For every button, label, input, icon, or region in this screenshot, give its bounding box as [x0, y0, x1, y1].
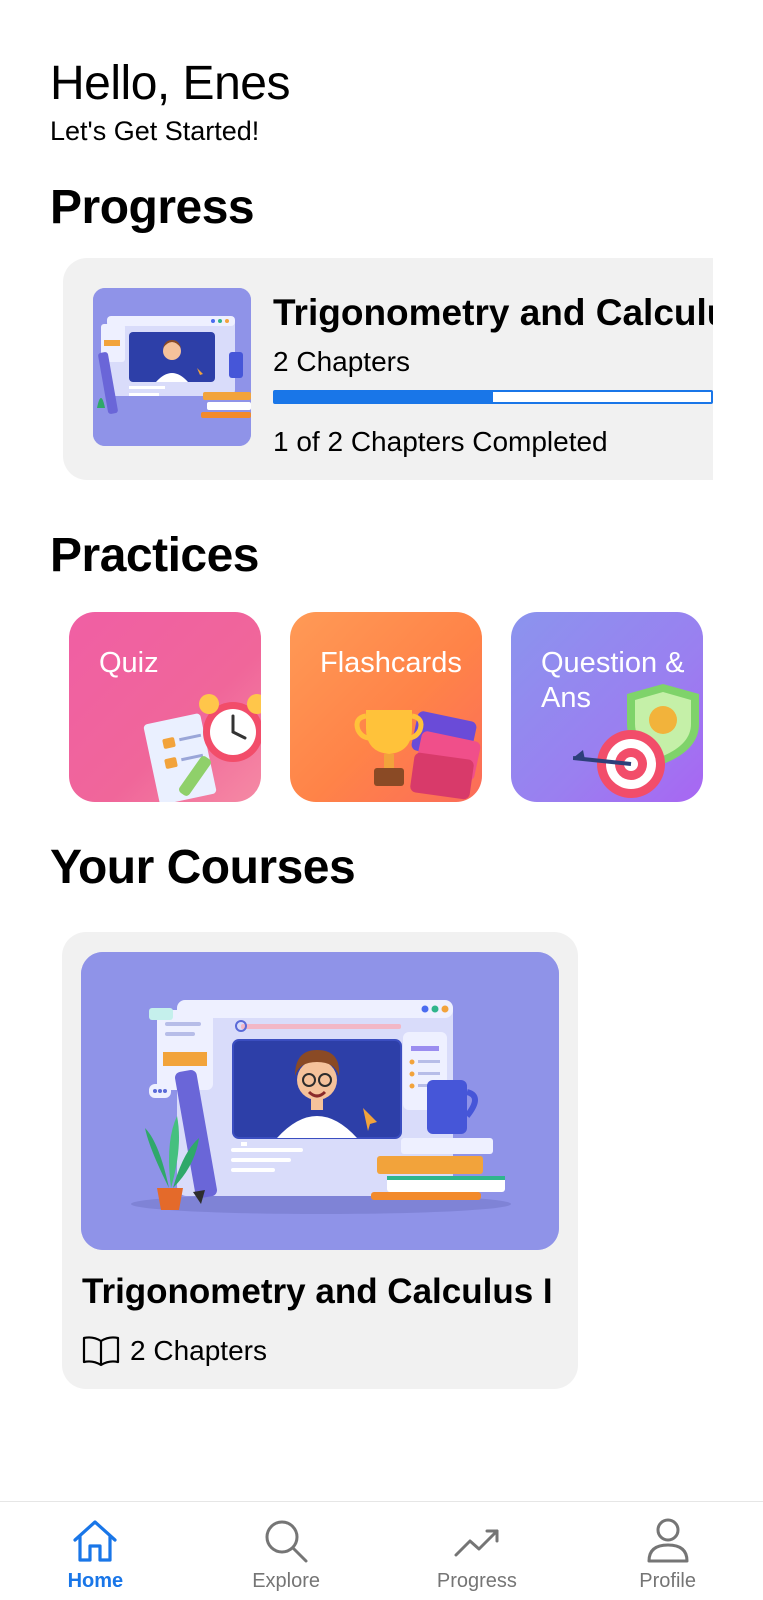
trending-up-icon — [453, 1516, 501, 1566]
course-title: Trigonometry and Calculus I — [82, 1272, 553, 1311]
nav-progress[interactable]: Progress — [382, 1502, 573, 1600]
practices-section-title: Practices — [50, 529, 260, 582]
search-icon — [263, 1516, 309, 1566]
progress-chapter-count: 2 Chapters — [273, 346, 410, 377]
progress-course-card[interactable]: Trigonometry and Calculus I 2 Chapters 1… — [63, 258, 713, 480]
alarm-clock-icon — [143, 694, 261, 802]
course-card[interactable]: Trigonometry and Calculus I 2 Chapters — [62, 932, 578, 1389]
progress-course-thumbnail — [93, 288, 251, 446]
greeting-title: Hello, Enes — [50, 57, 290, 110]
course-image — [81, 952, 559, 1250]
nav-progress-label: Progress — [436, 1570, 517, 1592]
practice-flashcards-label: Flashcards — [320, 647, 462, 679]
practice-quiz-label: Quiz — [99, 647, 159, 679]
course-chapter-count: 2 Chapters — [130, 1335, 267, 1366]
home-icon — [70, 1516, 120, 1566]
person-icon — [645, 1516, 691, 1566]
practice-quiz-card[interactable]: Quiz — [69, 612, 261, 802]
bottom-navigation: Home Explore Progress Profile — [0, 1501, 763, 1600]
course-meta: 2 Chapters — [82, 1335, 267, 1367]
online-lecture-illustration-icon — [81, 952, 559, 1250]
progress-bar — [273, 390, 713, 404]
progress-status-text: 1 of 2 Chapters Completed — [273, 426, 608, 457]
trophy-icon — [354, 710, 481, 800]
nav-home-label: Home — [67, 1570, 124, 1592]
nav-home[interactable]: Home — [0, 1502, 191, 1600]
nav-explore[interactable]: Explore — [191, 1502, 382, 1600]
courses-section-title: Your Courses — [50, 841, 356, 894]
progress-bar-fill — [275, 392, 493, 402]
progress-course-title: Trigonometry and Calculus I — [273, 292, 713, 333]
greeting-header: Hello, Enes Let's Get Started! — [50, 56, 290, 147]
progress-section-title: Progress — [50, 181, 255, 234]
practice-question-answer-card[interactable]: Question & Ans — [511, 612, 703, 802]
nav-explore-label: Explore — [252, 1570, 321, 1592]
nav-profile[interactable]: Profile — [572, 1502, 763, 1600]
book-icon — [82, 1335, 120, 1367]
practice-flashcards-card[interactable]: Flashcards — [290, 612, 482, 802]
greeting-subtitle: Let's Get Started! — [50, 116, 260, 146]
target-icon — [573, 684, 699, 798]
online-lecture-icon — [93, 288, 251, 446]
nav-profile-label: Profile — [639, 1570, 696, 1592]
